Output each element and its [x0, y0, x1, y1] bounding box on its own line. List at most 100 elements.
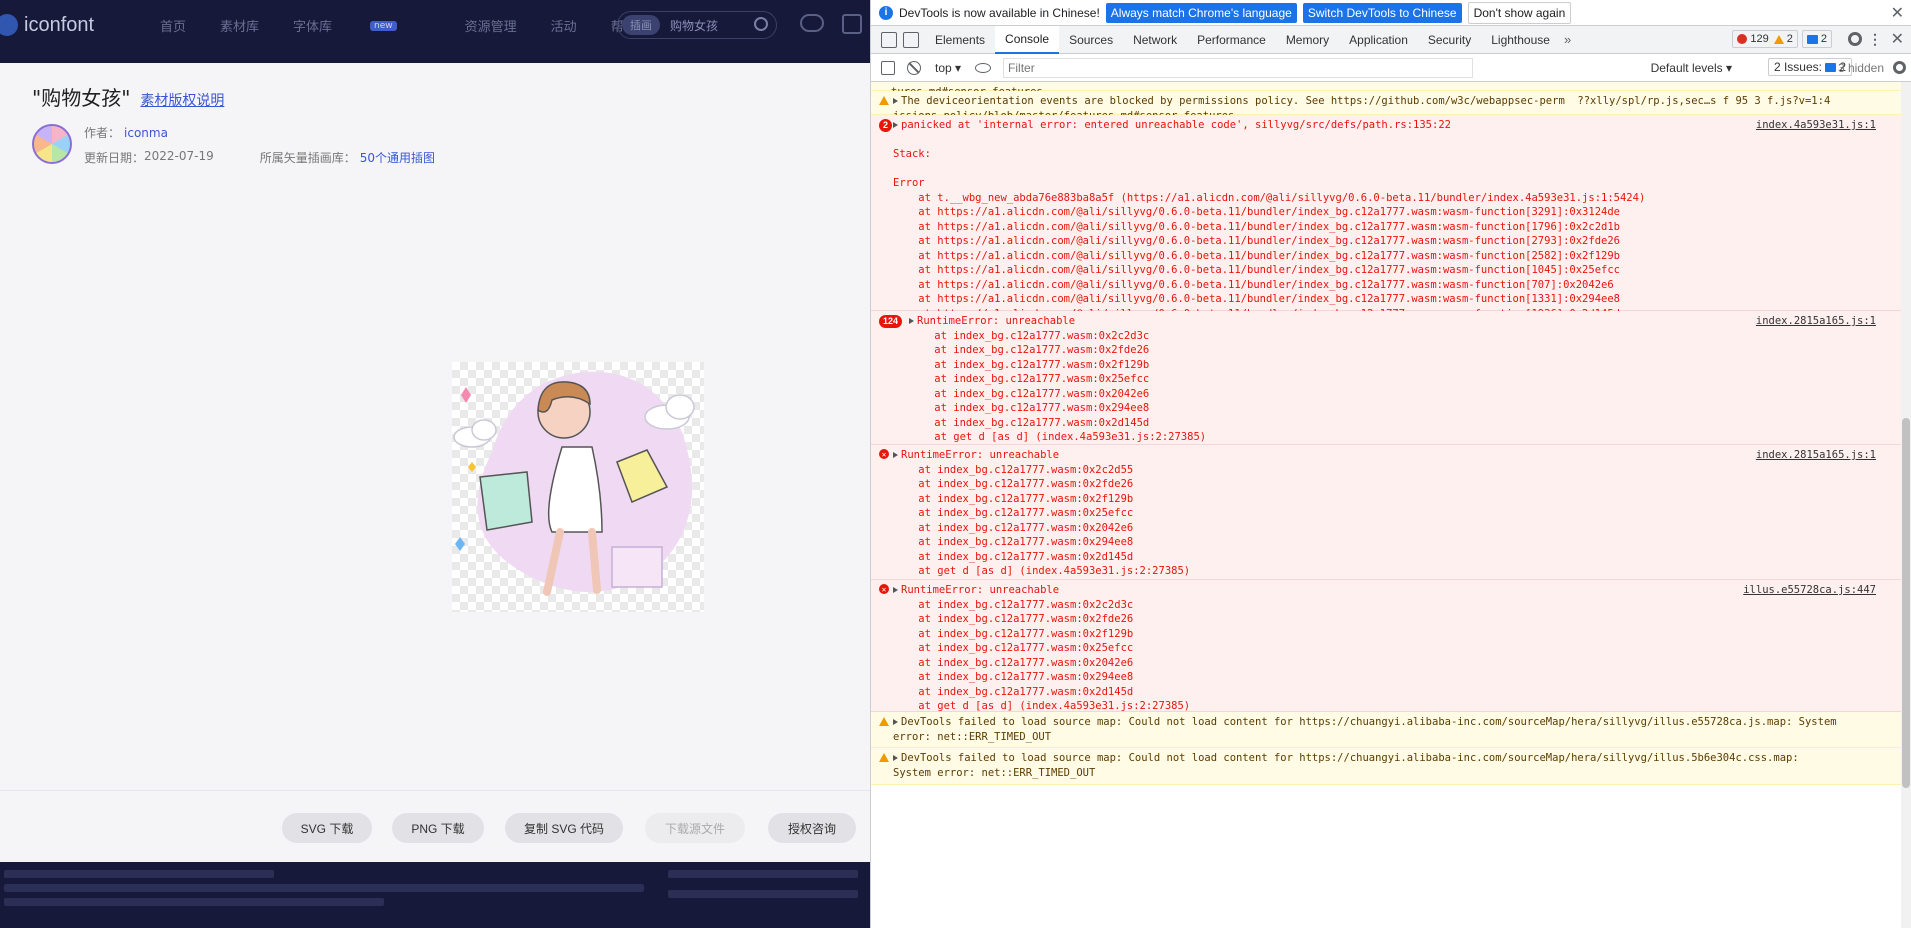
cloud-left: [453, 419, 497, 448]
console-line-text: panicked at 'internal error: entered unr…: [901, 119, 1451, 131]
console-line-text: at index_bg.c12a1777.wasm:0x2d145d: [893, 685, 1134, 698]
devtools-panel: i DevTools is now available in Chinese! …: [870, 0, 1911, 928]
console-error-message[interactable]: 124 RuntimeError: unreachable at index_bg…: [871, 311, 1902, 472]
console-error-message[interactable]: 2 panicked at 'internal error: entered un…: [871, 115, 1902, 334]
console-warning-message[interactable]: The deviceorientation events are blocked…: [871, 91, 1902, 122]
hidden-count: 3 hidden: [1837, 60, 1884, 75]
source-link[interactable]: index.2815a165.js:1: [1756, 448, 1876, 462]
nav-library[interactable]: 素材库: [220, 16, 259, 35]
console-error-message[interactable]: ✕ RuntimeError: unreachable at index_bg.c…: [871, 580, 1902, 741]
cloud-upload-icon[interactable]: [800, 14, 824, 32]
expand-triangle-icon[interactable]: [909, 318, 914, 324]
console-line: RuntimeError: unreachable: [893, 583, 1059, 597]
console-line-text: at index_bg.c12a1777.wasm:0x294ee8: [909, 402, 1150, 414]
source-link[interactable]: illus.e55728ca.js:447: [1743, 583, 1876, 597]
console-scrollbar-thumb[interactable]: [1902, 418, 1910, 788]
live-expression-eye-icon[interactable]: [975, 62, 992, 73]
gift-box: [611, 546, 663, 588]
site-search[interactable]: 插画 购物女孩: [617, 11, 777, 39]
issues-counter[interactable]: 2: [1801, 30, 1832, 48]
copy-svg-code-button[interactable]: 复制 SVG 代码: [505, 813, 623, 843]
warning-icon: [879, 96, 889, 105]
console-line-text: at index_bg.c12a1777.wasm:0x2fde26: [893, 613, 1134, 625]
console-line: at index_bg.c12a1777.wasm:0x2d145d: [909, 416, 1149, 430]
console-warning-message[interactable]: tures.md#sensor-features: [871, 82, 1902, 98]
search-icon[interactable]: [754, 17, 768, 31]
console-line: at index_bg.c12a1777.wasm:0x2c2d3c: [909, 329, 1149, 343]
context-selector[interactable]: top ▾: [935, 61, 961, 75]
warning-icon: [879, 753, 889, 762]
download-source-button[interactable]: 下载源文件: [645, 813, 745, 843]
nav-resources[interactable]: 资源管理: [465, 16, 517, 35]
shopping-girl-illustration: [453, 371, 695, 596]
context-value: top: [935, 60, 952, 75]
close-icon[interactable]: ✕: [1891, 3, 1904, 23]
settings-gear-icon[interactable]: [1848, 32, 1862, 46]
more-options-icon[interactable]: ⋮: [1868, 31, 1882, 48]
author-avatar[interactable]: [32, 124, 72, 164]
expand-triangle-icon[interactable]: [893, 452, 898, 458]
warning-count: 2: [1786, 33, 1793, 45]
console-line-text: Stack:: [893, 148, 931, 160]
error-warning-counter[interactable]: 129 2: [1732, 30, 1798, 48]
more-tabs-icon[interactable]: »: [1564, 32, 1571, 47]
search-type-select[interactable]: 插画: [622, 15, 660, 35]
device-toolbar-icon[interactable]: [903, 31, 919, 48]
dont-show-again-button[interactable]: Don't show again: [1467, 1, 1572, 24]
expand-triangle-icon[interactable]: [893, 755, 898, 761]
nav-home[interactable]: 首页: [160, 16, 186, 35]
tab-performance[interactable]: Performance: [1187, 26, 1276, 54]
always-match-language-button[interactable]: Always match Chrome's language: [1105, 2, 1297, 23]
tab-lighthouse[interactable]: Lighthouse: [1481, 26, 1560, 54]
error-icon: ✕: [879, 449, 889, 459]
tab-memory[interactable]: Memory: [1276, 26, 1339, 54]
meta-line: 更新日期： 2022-07-19 所属矢量插画库： 50个通用插图: [84, 149, 435, 166]
console-line-text: at get d [as d] (index.4a593e31.js:2:273…: [893, 565, 1191, 577]
inspect-element-icon[interactable]: [881, 31, 897, 48]
site-logo[interactable]: iconfont: [0, 14, 94, 36]
console-line: at t.__wbg_new_abda76e883ba8a5f (https:/…: [893, 191, 1645, 205]
error-icon: [1737, 34, 1748, 44]
tab-elements[interactable]: Elements: [925, 26, 995, 54]
console-error-message[interactable]: ✕ RuntimeError: unreachable at index_bg.c…: [871, 445, 1902, 606]
author-link[interactable]: iconma: [124, 126, 168, 140]
png-download-button[interactable]: PNG 下载: [392, 813, 484, 843]
devtools-tabbar: Elements Console Sources Network Perform…: [871, 25, 1911, 54]
close-devtools-icon[interactable]: ✕: [1891, 29, 1904, 49]
log-levels-dropdown[interactable]: Default levels ▾: [1651, 61, 1732, 75]
nav-events[interactable]: 活动: [551, 16, 577, 35]
console-warning-message[interactable]: DevTools failed to load source map: Coul…: [871, 712, 1902, 748]
show-sidebar-icon[interactable]: [881, 60, 895, 75]
expand-triangle-icon[interactable]: [893, 719, 898, 725]
search-input[interactable]: 购物女孩: [670, 17, 718, 34]
console-line: at index_bg.c12a1777.wasm:0x2fde26: [893, 477, 1133, 491]
console-line-text: at index_bg.c12a1777.wasm:0x2f129b: [909, 358, 1150, 371]
upload-icon[interactable]: [842, 14, 862, 34]
console-line-text: at index_bg.c12a1777.wasm:0x2c2d3c: [909, 329, 1150, 342]
expand-triangle-icon[interactable]: [893, 587, 898, 593]
library-link[interactable]: 50个通用插图: [360, 149, 435, 166]
nav-fonts[interactable]: 字体库 new: [293, 16, 431, 35]
language-infobar: i DevTools is now available in Chinese! …: [871, 0, 1911, 26]
console-line: Error: [893, 176, 925, 190]
switch-to-chinese-button[interactable]: Switch DevTools to Chinese: [1302, 2, 1462, 23]
console-filter-input[interactable]: [1003, 57, 1474, 78]
tab-application[interactable]: Application: [1339, 26, 1418, 54]
source-link[interactable]: index.2815a165.js:1: [1756, 314, 1876, 328]
console-line-text: at https://a1.alicdn.com/@ali/sillyvg/0.…: [893, 293, 1620, 305]
tab-security[interactable]: Security: [1418, 26, 1481, 54]
console-warning-message[interactable]: DevTools failed to load source map: Coul…: [871, 748, 1902, 785]
console-counters[interactable]: 129 2 2: [1732, 30, 1832, 48]
tab-sources[interactable]: Sources: [1059, 26, 1123, 54]
license-link[interactable]: 素材版权说明: [140, 90, 224, 110]
tab-network[interactable]: Network: [1123, 26, 1187, 54]
console-settings-icon[interactable]: [1893, 61, 1906, 74]
clear-console-icon[interactable]: [907, 60, 921, 75]
tab-console[interactable]: Console: [995, 25, 1060, 54]
expand-triangle-icon[interactable]: [893, 98, 898, 104]
svg-download-button[interactable]: SVG 下载: [282, 813, 372, 843]
expand-triangle-icon[interactable]: [893, 122, 898, 128]
license-consult-button[interactable]: 授权咨询: [768, 813, 856, 843]
source-link[interactable]: index.4a593e31.js:1: [1756, 118, 1876, 132]
console-line: at https://a1.alicdn.com/@ali/sillyvg/0.…: [893, 234, 1620, 248]
